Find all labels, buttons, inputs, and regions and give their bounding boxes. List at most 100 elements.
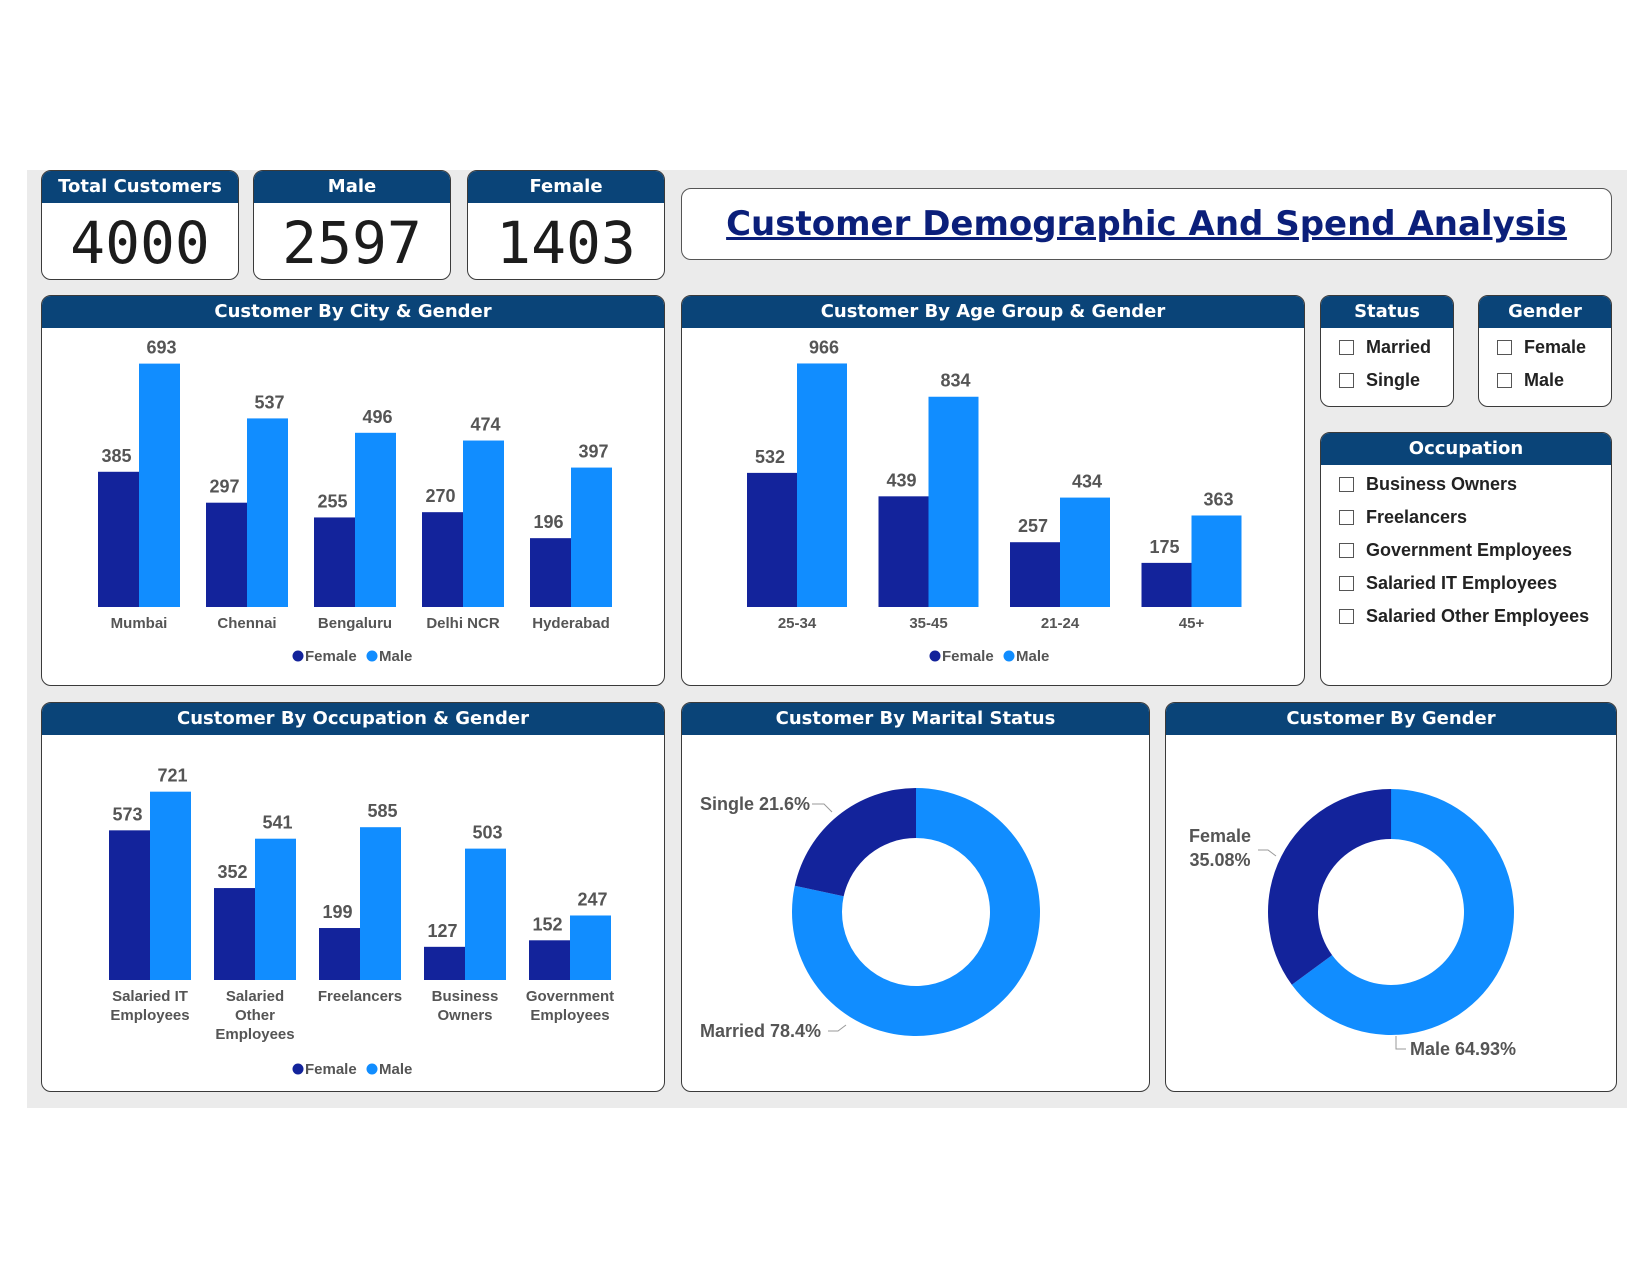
dashboard-canvas: Total Customers 4000 Male 2597 Female 14… — [27, 170, 1627, 1108]
kpi-label: Male — [254, 171, 450, 206]
status-slicer[interactable]: Status Married Single — [1320, 295, 1454, 407]
leader-line-single — [812, 803, 833, 813]
slicer-option-label: Single — [1366, 370, 1421, 390]
dashboard-title-card: Customer Demographic And Spend Analysis — [681, 188, 1612, 260]
data-label-male: 585 — [367, 801, 397, 821]
checkbox[interactable] — [1339, 510, 1354, 525]
gender-slicer[interactable]: Gender Female Male — [1478, 295, 1612, 407]
slicer-option-label: Freelancers — [1366, 507, 1468, 527]
occupation-slicer[interactable]: Occupation Business Owners Freelancers G… — [1320, 432, 1612, 686]
kpi-card-female[interactable]: Female 1403 — [467, 170, 665, 280]
age-gender-bar-chart[interactable]: 532 966 25-34 439 834 35-45 257 434 21-24 175 363 4… — [682, 331, 1303, 685]
slicer-option-single[interactable]: Single — [1321, 364, 1453, 397]
gender-chart-card[interactable]: Customer By Gender Female 35.08% Male 64.9… — [1165, 702, 1617, 1092]
legend-male-label: Male — [379, 1061, 412, 1078]
legend-male-marker — [366, 650, 378, 662]
leader-line-married — [828, 1024, 847, 1032]
marital-status-chart-card[interactable]: Customer By Marital Status Single 21.6% M… — [681, 702, 1150, 1092]
category-label: 21-24 — [1041, 615, 1080, 632]
data-label-female: 196 — [533, 512, 563, 532]
category-label: Employees — [110, 1007, 189, 1024]
bar-male — [1060, 497, 1110, 607]
data-label-male: 834 — [940, 371, 970, 391]
data-label-male: 363 — [1203, 489, 1233, 509]
slicer-option-freelancers[interactable]: Freelancers — [1321, 501, 1611, 534]
bar-female — [109, 830, 150, 980]
marital-status-donut-chart[interactable]: Single 21.6% Married 78.4% — [682, 738, 1148, 1091]
slicer-option-label: Married — [1366, 337, 1432, 357]
slicer-option-label: Male — [1524, 370, 1565, 390]
checkbox[interactable] — [1339, 576, 1354, 591]
data-label-female: 297 — [209, 477, 239, 497]
bar-male — [255, 838, 296, 980]
checkbox[interactable] — [1339, 543, 1354, 558]
category-label: Delhi NCR — [426, 615, 500, 632]
bar-male — [1191, 515, 1242, 607]
data-label-male: 474 — [470, 415, 500, 435]
data-label-male: 247 — [577, 889, 607, 909]
checkbox[interactable] — [1339, 373, 1354, 388]
data-label-female-name: Female — [1189, 826, 1251, 846]
slicer-option-business-owners[interactable]: Business Owners — [1321, 468, 1611, 501]
checkbox[interactable] — [1497, 340, 1512, 355]
checkbox[interactable] — [1339, 340, 1354, 355]
category-label: Hyderabad — [532, 615, 610, 632]
bar-female — [878, 496, 929, 607]
slicer-option-government-employees[interactable]: Government Employees — [1321, 534, 1611, 567]
slicer-option-female[interactable]: Female — [1479, 331, 1611, 364]
data-label-female: 255 — [317, 491, 347, 511]
category-label: 35-45 — [909, 615, 947, 632]
legend-female-label: Female — [305, 1061, 357, 1078]
bar-female — [314, 517, 355, 607]
legend-female-marker — [292, 1063, 304, 1075]
data-label-female: 199 — [322, 902, 352, 922]
data-label-single: Single 21.6% — [700, 794, 810, 814]
slicer-title: Gender — [1479, 296, 1611, 331]
slicer-title: Status — [1321, 296, 1453, 331]
checkbox[interactable] — [1339, 477, 1354, 492]
data-label-female: 270 — [425, 486, 455, 506]
category-label: Salaried — [226, 988, 284, 1005]
city-gender-chart-card[interactable]: Customer By City & Gender 385 693 Mumbai 29… — [41, 295, 665, 686]
city-gender-bar-chart[interactable]: 385 693 Mumbai 297 537 Chennai 255 496 Bengaluru… — [42, 331, 663, 685]
category-label: Government — [526, 988, 614, 1005]
data-label-male: 693 — [146, 338, 176, 358]
kpi-card-total-customers[interactable]: Total Customers 4000 — [41, 170, 239, 280]
chart-title: Customer By Occupation & Gender — [42, 703, 664, 738]
category-label: Bengaluru — [318, 615, 392, 632]
checkbox[interactable] — [1339, 609, 1354, 624]
data-label-male: 397 — [578, 442, 608, 462]
occupation-gender-chart-card[interactable]: Customer By Occupation & Gender 573 721 Sa… — [41, 702, 665, 1092]
occupation-gender-bar-chart[interactable]: 573 721 Salaried IT Employees 352 541 Salaried… — [42, 738, 663, 1091]
category-label: Employees — [530, 1007, 609, 1024]
bar-male — [571, 467, 612, 607]
age-gender-chart-card[interactable]: Customer By Age Group & Gender 532 966 25-… — [681, 295, 1305, 686]
category-label: Freelancers — [318, 988, 402, 1005]
bar-female — [206, 502, 247, 607]
legend-female-marker — [292, 650, 304, 662]
data-label-female: 352 — [217, 862, 247, 882]
bar-female — [214, 888, 255, 980]
legend-male-marker — [1003, 650, 1015, 662]
data-label-female: 532 — [755, 447, 785, 467]
slicer-option-married[interactable]: Married — [1321, 331, 1453, 364]
gender-donut-chart[interactable]: Female 35.08% Male 64.93% — [1166, 738, 1615, 1091]
legend-female-label: Female — [305, 648, 357, 665]
bar-male — [928, 396, 979, 607]
donut-slice-female — [1268, 789, 1392, 985]
bar-male — [139, 363, 180, 607]
bar-male — [360, 827, 401, 980]
slicer-option-salaried-it-employees[interactable]: Salaried IT Employees — [1321, 567, 1611, 600]
leader-line-female — [1258, 849, 1277, 857]
bar-female — [1141, 562, 1192, 607]
category-label: 25-34 — [778, 615, 817, 632]
bar-female — [529, 940, 570, 980]
slicer-option-male[interactable]: Male — [1479, 364, 1611, 397]
bar-male — [355, 432, 396, 607]
data-label-male: 541 — [262, 813, 292, 833]
slicer-option-salaried-other-employees[interactable]: Salaried Other Employees — [1321, 600, 1611, 633]
data-label-female: 439 — [886, 470, 916, 490]
checkbox[interactable] — [1497, 373, 1512, 388]
legend-female-marker — [929, 650, 941, 662]
kpi-card-male[interactable]: Male 2597 — [253, 170, 451, 280]
